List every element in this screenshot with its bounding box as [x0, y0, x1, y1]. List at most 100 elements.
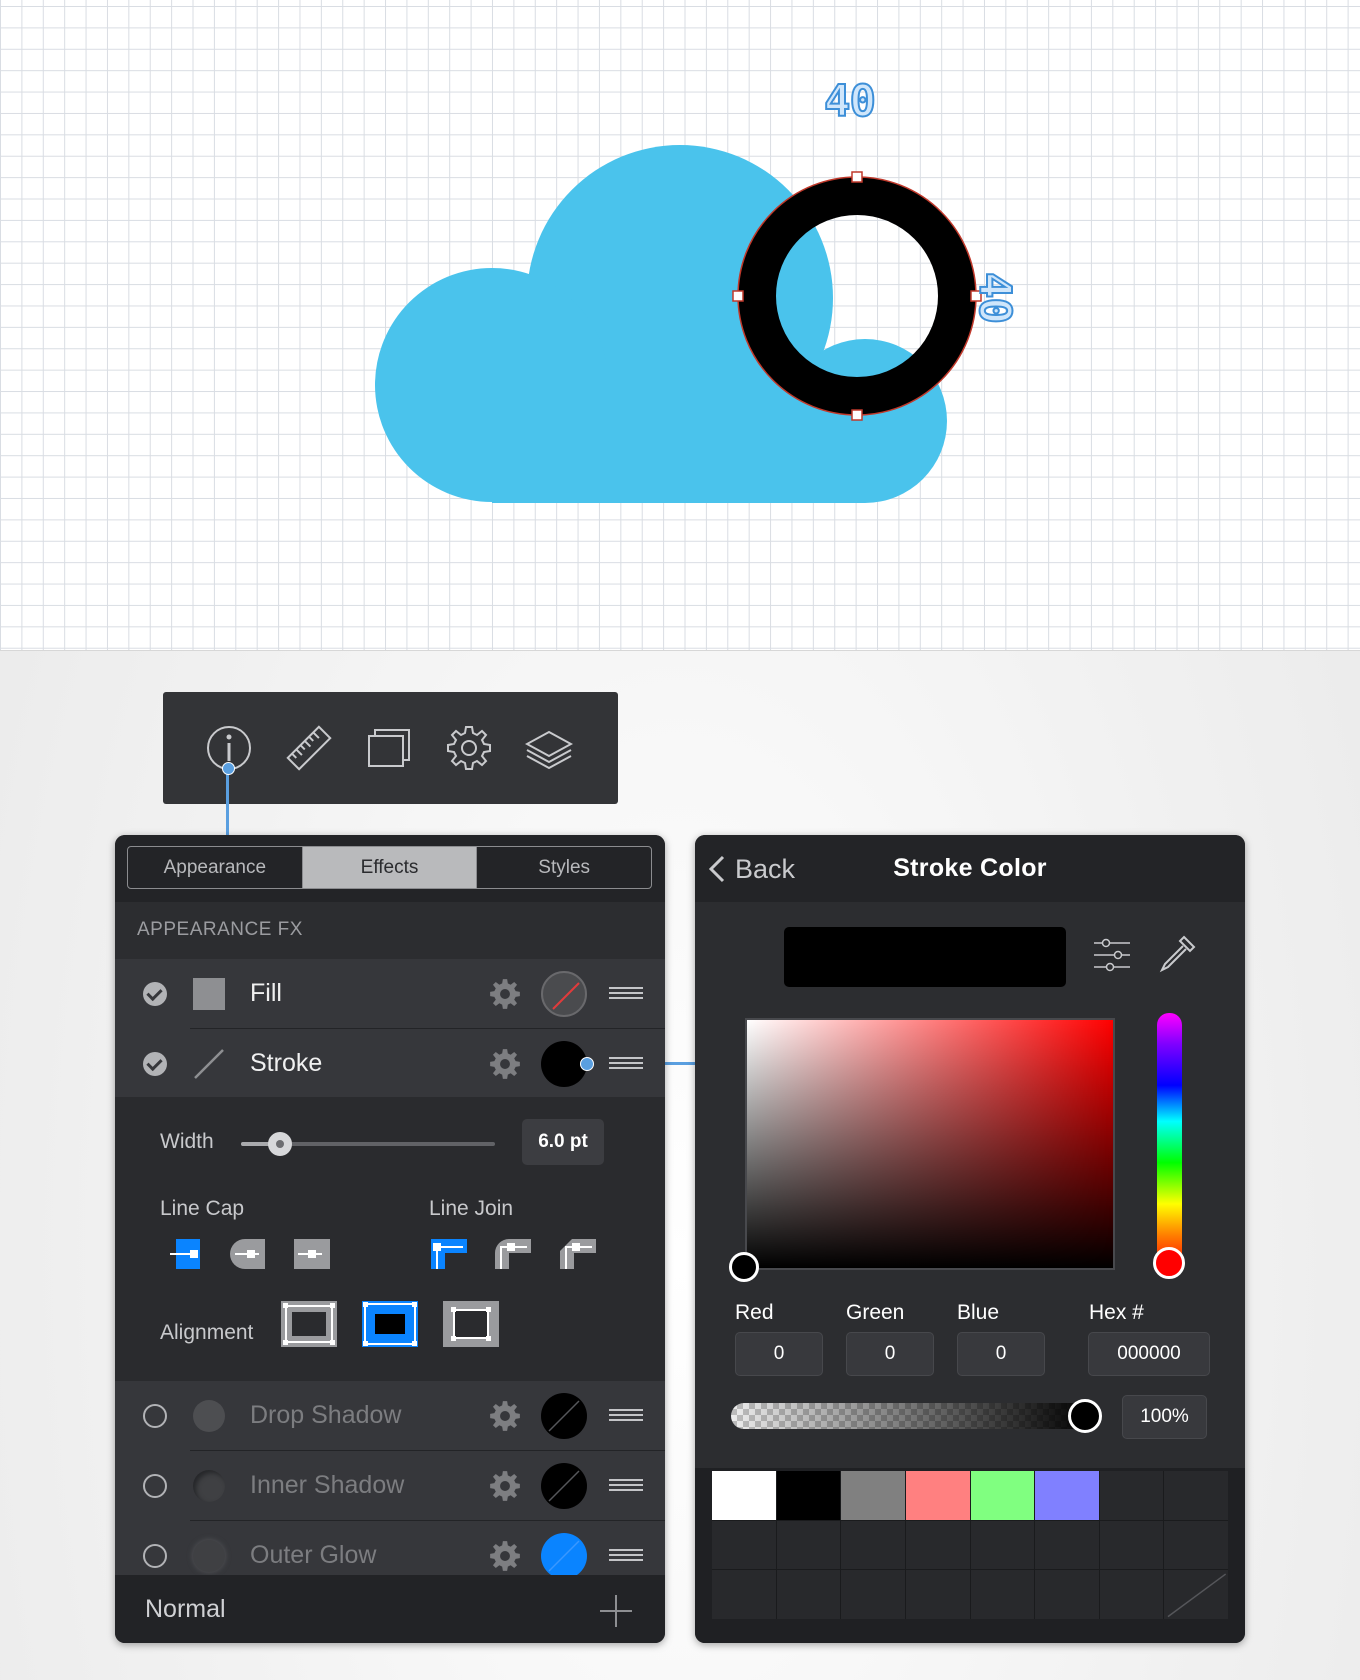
drop-shadow-icon [193, 1400, 225, 1432]
outer-glow-checkbox[interactable] [143, 1544, 167, 1568]
align-center-button[interactable] [361, 1300, 419, 1348]
stroke-options: Width 6.0 pt Line Cap Line Join Alignmen… [115, 1097, 665, 1381]
add-swatch-button[interactable] [1164, 1570, 1228, 1619]
swatch-empty[interactable] [776, 1520, 841, 1570]
swatch-light-red[interactable] [905, 1471, 970, 1520]
green-field[interactable]: 0 [846, 1332, 934, 1376]
artboard-canvas[interactable]: 40 40 [0, 0, 1360, 651]
stroke-settings-gear-icon[interactable] [488, 1047, 522, 1081]
sliders-icon[interactable] [1090, 933, 1134, 977]
drop-shadow-color-swatch[interactable] [541, 1393, 587, 1439]
add-effect-plus-icon[interactable] [598, 1593, 634, 1629]
drop-shadow-settings-gear-icon[interactable] [488, 1399, 522, 1433]
align-inside-button[interactable] [280, 1300, 338, 1348]
line-cap-label: Line Cap [160, 1197, 245, 1220]
opacity-value-field[interactable]: 100% [1122, 1395, 1207, 1439]
inner-shadow-checkbox[interactable] [143, 1474, 167, 1498]
outer-glow-color-swatch[interactable] [541, 1533, 587, 1579]
swatch-empty[interactable] [1099, 1570, 1164, 1619]
hue-slider-knob[interactable] [1153, 1247, 1185, 1279]
fill-settings-gear-icon[interactable] [488, 977, 522, 1011]
stroke-line-icon [194, 1049, 224, 1079]
swatch-empty[interactable] [841, 1570, 905, 1619]
round-cap-button[interactable] [227, 1237, 267, 1271]
fx-label: Stroke [250, 1049, 323, 1077]
fx-row-inner-shadow[interactable]: Inner Shadow [115, 1451, 665, 1521]
stroke-color-panel: Back Stroke Color Red Green Blue Hex # 0… [695, 835, 1245, 1643]
eyedropper-icon[interactable] [1156, 931, 1200, 975]
swatch-gray[interactable] [841, 1471, 905, 1520]
bevel-join-button[interactable] [558, 1237, 598, 1271]
fx-label: Outer Glow [250, 1541, 377, 1569]
inner-shadow-color-swatch[interactable] [541, 1463, 587, 1509]
panel-title: Stroke Color [893, 854, 1047, 882]
panel-tabs: Appearance Effects Styles [127, 846, 652, 889]
miter-join-button[interactable] [429, 1237, 469, 1271]
fill-drag-handle-icon[interactable] [609, 987, 643, 1001]
swatch-empty[interactable] [905, 1570, 970, 1619]
saturation-brightness-field[interactable] [745, 1018, 1115, 1270]
butt-cap-button[interactable] [168, 1237, 208, 1271]
fx-row-drop-shadow[interactable]: Drop Shadow [115, 1381, 665, 1451]
height-dimension-label: 40 [968, 271, 1021, 324]
red-field[interactable]: 0 [735, 1332, 823, 1376]
blend-mode-selector[interactable]: Normal [145, 1595, 226, 1624]
swatch-empty[interactable] [1164, 1520, 1228, 1570]
swatch-light-blue[interactable] [1035, 1471, 1099, 1520]
round-join-button[interactable] [493, 1237, 533, 1271]
swatch-black[interactable] [776, 1471, 841, 1520]
width-slider-knob[interactable] [268, 1132, 292, 1156]
drop-shadow-drag-handle-icon[interactable] [609, 1409, 643, 1423]
tab-styles[interactable]: Styles [477, 847, 651, 888]
fill-square-icon [193, 978, 225, 1010]
fx-label: Inner Shadow [250, 1471, 405, 1499]
swatch-empty[interactable] [970, 1520, 1035, 1570]
swatch-grid [712, 1471, 1228, 1619]
ruler-icon[interactable] [285, 724, 333, 772]
swatch-empty[interactable] [712, 1520, 776, 1570]
blue-field[interactable]: 0 [957, 1332, 1045, 1376]
drop-shadow-checkbox[interactable] [143, 1404, 167, 1428]
swatch-empty[interactable] [1035, 1570, 1099, 1619]
opacity-slider-knob[interactable] [1068, 1399, 1102, 1433]
swatch-empty[interactable] [905, 1520, 970, 1570]
hue-slider-track[interactable] [1157, 1013, 1182, 1271]
stroke-checkbox[interactable] [143, 1052, 167, 1076]
artboard-icon[interactable] [365, 724, 413, 772]
swatch-light-green[interactable] [970, 1471, 1035, 1520]
square-cap-button[interactable] [292, 1237, 332, 1271]
outer-glow-drag-handle-icon[interactable] [609, 1549, 643, 1563]
hex-field[interactable]: 000000 [1088, 1332, 1210, 1376]
swatch-empty[interactable] [970, 1570, 1035, 1619]
tab-effects[interactable]: Effects [302, 847, 478, 888]
opacity-slider-track[interactable] [731, 1403, 1091, 1429]
layers-icon[interactable] [524, 724, 574, 772]
align-outside-button[interactable] [442, 1300, 500, 1348]
swatch-empty[interactable] [841, 1520, 905, 1570]
outer-glow-settings-gear-icon[interactable] [488, 1539, 522, 1573]
selection-handle-left [732, 290, 744, 302]
width-value-field[interactable]: 6.0 pt [522, 1119, 604, 1165]
fx-label: Fill [250, 979, 282, 1007]
fx-row-fill[interactable]: Fill [115, 959, 665, 1029]
saturation-brightness-cursor[interactable] [729, 1252, 759, 1282]
info-connector-dot [222, 762, 235, 775]
stroke-drag-handle-icon[interactable] [609, 1057, 643, 1071]
fill-checkbox[interactable] [143, 982, 167, 1006]
inner-shadow-settings-gear-icon[interactable] [488, 1469, 522, 1503]
fill-color-swatch[interactable] [541, 971, 587, 1017]
red-label: Red [735, 1301, 774, 1324]
swatch-empty[interactable] [1164, 1471, 1228, 1520]
swatch-empty[interactable] [1099, 1471, 1164, 1520]
swatch-empty[interactable] [712, 1570, 776, 1619]
gear-icon[interactable] [445, 724, 493, 772]
swatch-empty[interactable] [1035, 1520, 1099, 1570]
selection-handle-top [851, 171, 863, 183]
swatch-white[interactable] [712, 1471, 776, 1520]
canvas-artwork [375, 145, 982, 503]
swatch-empty[interactable] [1099, 1520, 1164, 1570]
tab-appearance[interactable]: Appearance [128, 847, 303, 888]
inner-shadow-drag-handle-icon[interactable] [609, 1479, 643, 1493]
swatch-empty[interactable] [776, 1570, 841, 1619]
inner-shadow-icon [193, 1470, 225, 1502]
